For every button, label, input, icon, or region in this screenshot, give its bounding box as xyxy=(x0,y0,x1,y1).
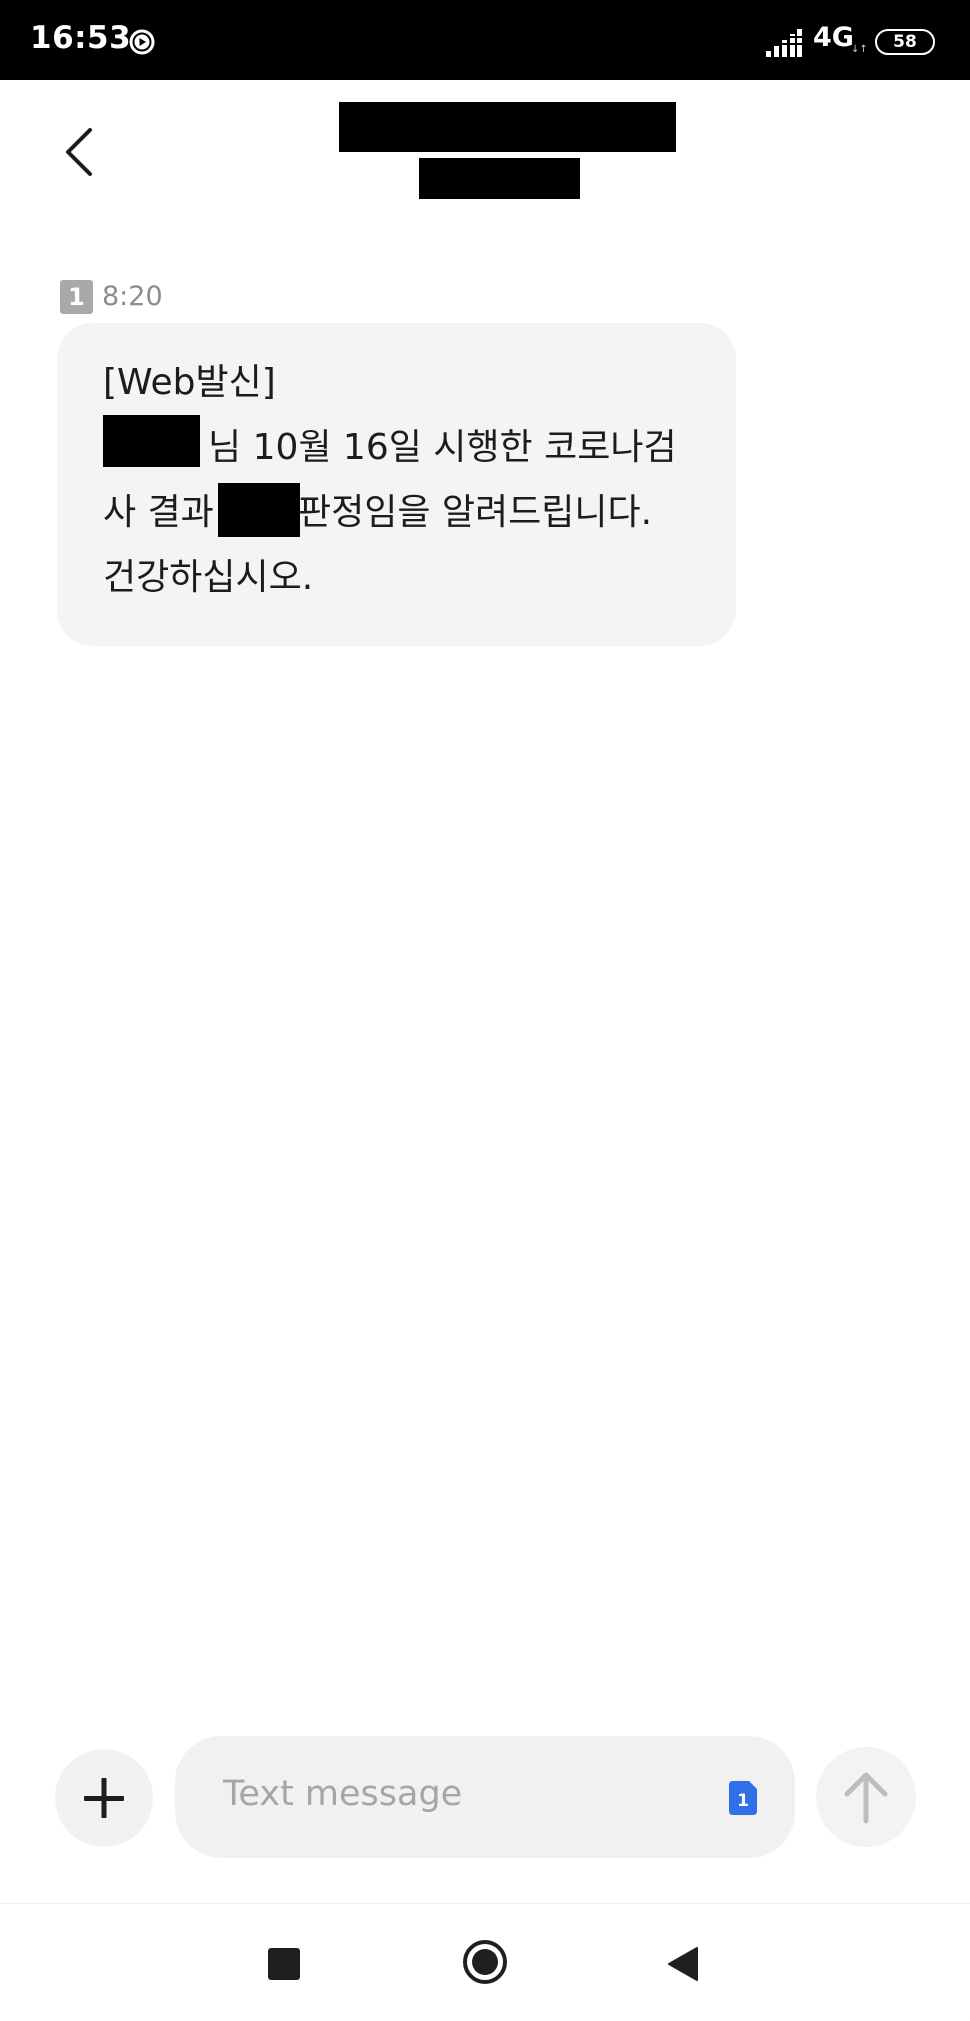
message-time: 8:20 xyxy=(102,281,163,312)
arrow-up-icon xyxy=(844,1772,888,1824)
message-input-placeholder: Text message xyxy=(223,1774,463,1814)
data-activity-icon: ↓↑ xyxy=(851,44,868,55)
plus-icon xyxy=(84,1778,124,1818)
recipient-name-redacted xyxy=(103,415,200,467)
message-line-1: [Web발신] xyxy=(103,362,276,403)
message-line-4: 건강하십시오. xyxy=(103,557,314,598)
triangle-back-icon[interactable] xyxy=(667,1946,699,1982)
send-button[interactable] xyxy=(816,1747,916,1847)
nav-divider xyxy=(0,1903,970,1904)
contact-name-redacted[interactable] xyxy=(339,102,676,152)
attach-button[interactable] xyxy=(55,1749,153,1847)
test-result-redacted xyxy=(218,483,300,537)
battery-level: 58 xyxy=(893,32,917,52)
messaging-screen: 16:53 4G ↓↑ 58 1 8:20 [Web발신] 님 10월 16일 … xyxy=(0,0,970,2021)
sim-chip-label: 1 xyxy=(737,1791,749,1811)
battery-icon: 58 xyxy=(875,29,935,55)
sim-slot-badge: 1 xyxy=(60,280,93,314)
message-line-3b: 판정임을 알려드립니다. xyxy=(298,492,653,533)
sim-card-icon[interactable]: 1 xyxy=(729,1781,757,1815)
message-line-3a: 사 결과 xyxy=(103,492,214,533)
message-line-2: 님 10월 16일 시행한 코로나검 xyxy=(208,427,677,468)
contact-number-redacted[interactable] xyxy=(419,158,580,199)
network-type: 4G xyxy=(813,22,854,53)
status-bar: 16:53 4G ↓↑ 58 xyxy=(0,0,970,80)
signal-icon xyxy=(766,29,802,57)
message-input[interactable]: Text message 1 xyxy=(175,1736,795,1858)
square-icon[interactable] xyxy=(268,1948,300,1980)
back-arrow-icon[interactable] xyxy=(58,124,102,180)
play-circle-icon xyxy=(129,29,155,55)
status-time: 16:53 xyxy=(30,20,132,56)
circle-icon[interactable] xyxy=(462,1939,508,1985)
